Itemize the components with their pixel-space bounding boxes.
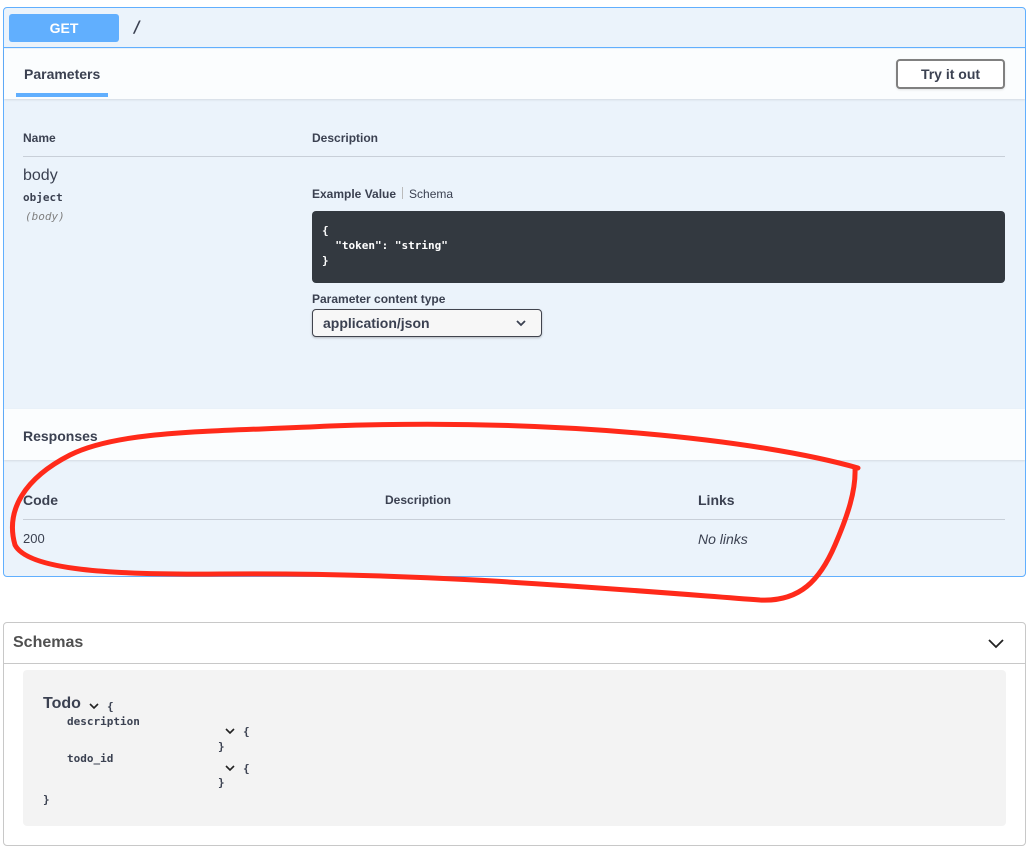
parameters-header: Parameters Try it out [4, 49, 1025, 99]
responses-divider [23, 519, 1005, 520]
model-open-brace: { [107, 700, 114, 713]
http-method-badge: GET [9, 14, 119, 42]
property-close-brace: } [218, 740, 225, 753]
tab-parameters[interactable]: Parameters [16, 49, 108, 97]
get-operation-block: GET / Parameters Try it out Name Descrip… [3, 7, 1026, 577]
param-location: (body) [25, 210, 65, 223]
property-name: description [67, 715, 140, 728]
response-code: 200 [23, 531, 45, 546]
property-open-brace: { [243, 725, 250, 738]
tab-example-value[interactable]: Example Value [312, 187, 396, 201]
tab-parameters-label: Parameters [24, 66, 101, 82]
property-open-brace: { [243, 762, 250, 775]
content-type-label: Parameter content type [312, 292, 446, 306]
schemas-section: Schemas Todo { description { } todo_id {… [3, 622, 1026, 846]
parameters-divider [23, 156, 1005, 157]
chevron-down-icon[interactable] [225, 727, 235, 735]
property-close-brace: } [218, 776, 225, 789]
chevron-down-icon[interactable] [987, 636, 1005, 650]
property-name: todo_id [67, 752, 114, 765]
content-type-value: application/json [323, 315, 430, 331]
content-type-select[interactable]: application/json [312, 309, 542, 337]
param-type: object [23, 191, 63, 204]
chevron-down-icon [516, 320, 526, 327]
model-close-brace: } [43, 793, 50, 806]
column-links-header: Links [698, 492, 735, 508]
schemas-title: Schemas [13, 634, 84, 651]
model-name[interactable]: Todo [43, 695, 81, 713]
model-todo-box: Todo { description { } todo_id { } } [23, 670, 1006, 826]
example-tabs: Example Value Schema [312, 187, 453, 201]
operation-summary[interactable]: GET / [4, 8, 1025, 48]
tab-separator [402, 187, 404, 199]
responses-title: Responses [23, 428, 98, 444]
column-name-header: Name [23, 131, 56, 145]
column-response-description-header: Description [385, 493, 452, 507]
schemas-header[interactable]: Schemas [4, 623, 1025, 664]
param-name: body [23, 167, 58, 184]
example-code-block[interactable]: { "token": "string" } [312, 211, 1005, 283]
chevron-down-icon[interactable] [89, 702, 99, 710]
column-description-header: Description [312, 131, 379, 145]
chevron-down-icon[interactable] [225, 764, 235, 772]
tab-schema[interactable]: Schema [409, 187, 453, 201]
try-it-out-button[interactable]: Try it out [896, 59, 1005, 89]
response-links: No links [698, 531, 748, 547]
operation-path: / [132, 17, 142, 36]
responses-header: Responses [4, 409, 1025, 460]
column-code-header: Code [23, 492, 58, 508]
